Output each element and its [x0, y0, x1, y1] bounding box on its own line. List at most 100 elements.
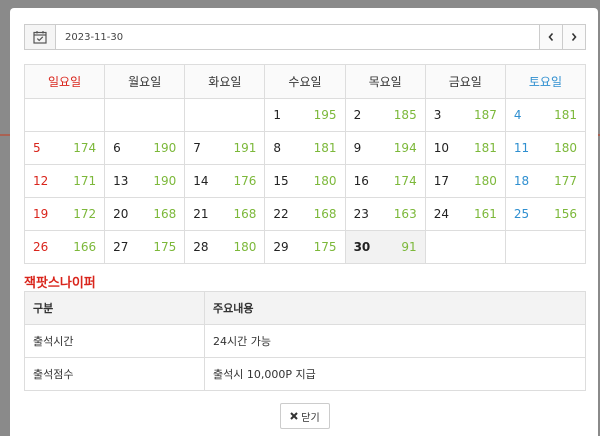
calendar-day-cell: 28 180	[184, 230, 266, 264]
attendance-count: 166	[73, 240, 97, 254]
day-number: 29	[273, 240, 289, 254]
calendar-day-cell: 27 175	[104, 230, 186, 264]
calendar-week-row: 12 171 13 190 14 176 15 180 16 174 17 180 18 177	[23, 164, 587, 198]
attendance-count: 168	[233, 207, 257, 221]
day-number: 21	[193, 207, 209, 221]
attendance-count: 190	[153, 174, 177, 188]
attendance-count: 176	[233, 174, 257, 188]
calendar-day-cell: 16 174	[344, 164, 426, 198]
calendar-day-cell: 14 176	[184, 164, 266, 198]
weekday-header: 금요일	[424, 64, 506, 99]
calendar-week-row: 1 195 2 185 3 187 4 181	[23, 98, 587, 132]
day-number: 17	[433, 174, 449, 188]
day-number: 13	[113, 174, 129, 188]
calendar-day-cell: 30 91	[344, 230, 426, 264]
day-number: 8	[273, 141, 282, 155]
attendance-count: 172	[73, 207, 97, 221]
weekday-header: 목요일	[344, 64, 426, 99]
calendar-day-cell: 1 195	[264, 98, 346, 132]
calendar-day-cell: 13 190	[104, 164, 186, 198]
day-number: 27	[113, 240, 129, 254]
calendar-day-cell: 7 191	[184, 131, 266, 165]
calendar-day-cell: 20 168	[104, 197, 186, 231]
calendar-week-row: 5 174 6 190 7 191 8 181 9 194 10 181 11 180	[23, 131, 587, 165]
calendar-day-cell: 15 180	[264, 164, 346, 198]
attendance-count: 177	[554, 174, 577, 188]
attendance-count: 168	[313, 207, 337, 221]
weekday-header: 월요일	[104, 64, 186, 99]
attendance-count: 181	[473, 141, 497, 155]
attendance-count: 195	[313, 108, 337, 122]
day-number: 14	[193, 174, 209, 188]
info-header-row: 구분 주요내용	[24, 291, 586, 325]
info-header: 주요내용	[204, 291, 586, 325]
table-row: 출석시간 24시간 가능	[24, 324, 586, 358]
date-picker-bar	[24, 24, 586, 50]
attendance-count: 181	[554, 108, 577, 122]
calendar-day-cell: 29 175	[264, 230, 346, 264]
attendance-count: 168	[153, 207, 177, 221]
weekday-header-row: 일요일 월요일 화요일 수요일 목요일 금요일 토요일	[23, 64, 587, 99]
day-number: 19	[33, 207, 49, 221]
day-number: 24	[433, 207, 449, 221]
day-number: 12	[33, 174, 49, 188]
attendance-count: 181	[313, 141, 337, 155]
day-number: 3	[433, 108, 442, 122]
day-number: 9	[353, 141, 362, 155]
calendar-day-cell: 19 172	[23, 197, 106, 231]
attendance-count: 161	[473, 207, 497, 221]
attendance-count: 180	[554, 141, 577, 155]
calendar-day-cell: 24 161	[424, 197, 506, 231]
calendar-empty-cell	[424, 230, 506, 264]
calendar-day-cell: 22 168	[264, 197, 346, 231]
day-number: 5	[33, 141, 41, 155]
calendar-day-cell: 5 174	[23, 131, 106, 165]
day-number: 1	[273, 108, 282, 122]
calendar-empty-cell	[23, 98, 106, 132]
date-input[interactable]	[56, 25, 539, 49]
info-label: 출석시간	[24, 324, 205, 358]
calendar-day-cell: 23 163	[344, 197, 426, 231]
attendance-count: 191	[233, 141, 257, 155]
attendance-count: 194	[393, 141, 417, 155]
calendar-button[interactable]	[25, 25, 56, 49]
attendance-count: 180	[313, 174, 337, 188]
table-row: 출석점수 출석시 10,000P 지급	[24, 357, 586, 391]
day-number: 10	[433, 141, 449, 155]
weekday-header: 일요일	[23, 64, 106, 99]
day-number: 15	[273, 174, 289, 188]
calendar-day-cell: 17 180	[424, 164, 506, 198]
attendance-count: 171	[73, 174, 97, 188]
calendar-day-cell: 25 156	[504, 197, 587, 231]
day-number: 25	[513, 207, 530, 221]
weekday-header: 토요일	[504, 64, 587, 99]
info-table: 구분 주요내용 출석시간 24시간 가능 출석점수 출석시 10,000P 지급	[24, 291, 586, 391]
calendar-day-cell: 26 166	[23, 230, 106, 264]
info-value: 출석시 10,000P 지급	[204, 357, 586, 391]
close-label: 닫기	[301, 412, 320, 424]
next-date-button[interactable]	[562, 25, 585, 49]
close-button[interactable]: 닫기	[280, 403, 330, 429]
day-number: 7	[193, 141, 201, 155]
day-number: 26	[33, 240, 49, 254]
calendar-day-cell: 4 181	[504, 98, 587, 132]
attendance-count: 91	[401, 240, 417, 254]
info-label: 출석점수	[24, 357, 205, 391]
attendance-count: 175	[313, 240, 337, 254]
calendar-day-cell: 10 181	[424, 131, 506, 165]
info-header: 구분	[24, 291, 205, 325]
calendar-empty-cell	[184, 98, 266, 132]
chevron-right-icon	[571, 32, 577, 42]
prev-date-button[interactable]	[539, 25, 562, 49]
calendar-empty-cell	[104, 98, 186, 132]
attendance-count: 190	[153, 141, 177, 155]
section-title: 잭팟스나이퍼	[24, 276, 96, 291]
attendance-count: 175	[153, 240, 177, 254]
calendar-day-cell: 21 168	[184, 197, 266, 231]
day-number: 20	[113, 207, 129, 221]
calendar-day-cell: 3 187	[424, 98, 506, 132]
attendance-count: 187	[473, 108, 497, 122]
weekday-header: 수요일	[264, 64, 346, 99]
attendance-calendar: 일요일 월요일 화요일 수요일 목요일 금요일 토요일 1 195 2 1 8 5 3 187…	[23, 64, 587, 264]
attendance-count: 156	[554, 207, 577, 221]
